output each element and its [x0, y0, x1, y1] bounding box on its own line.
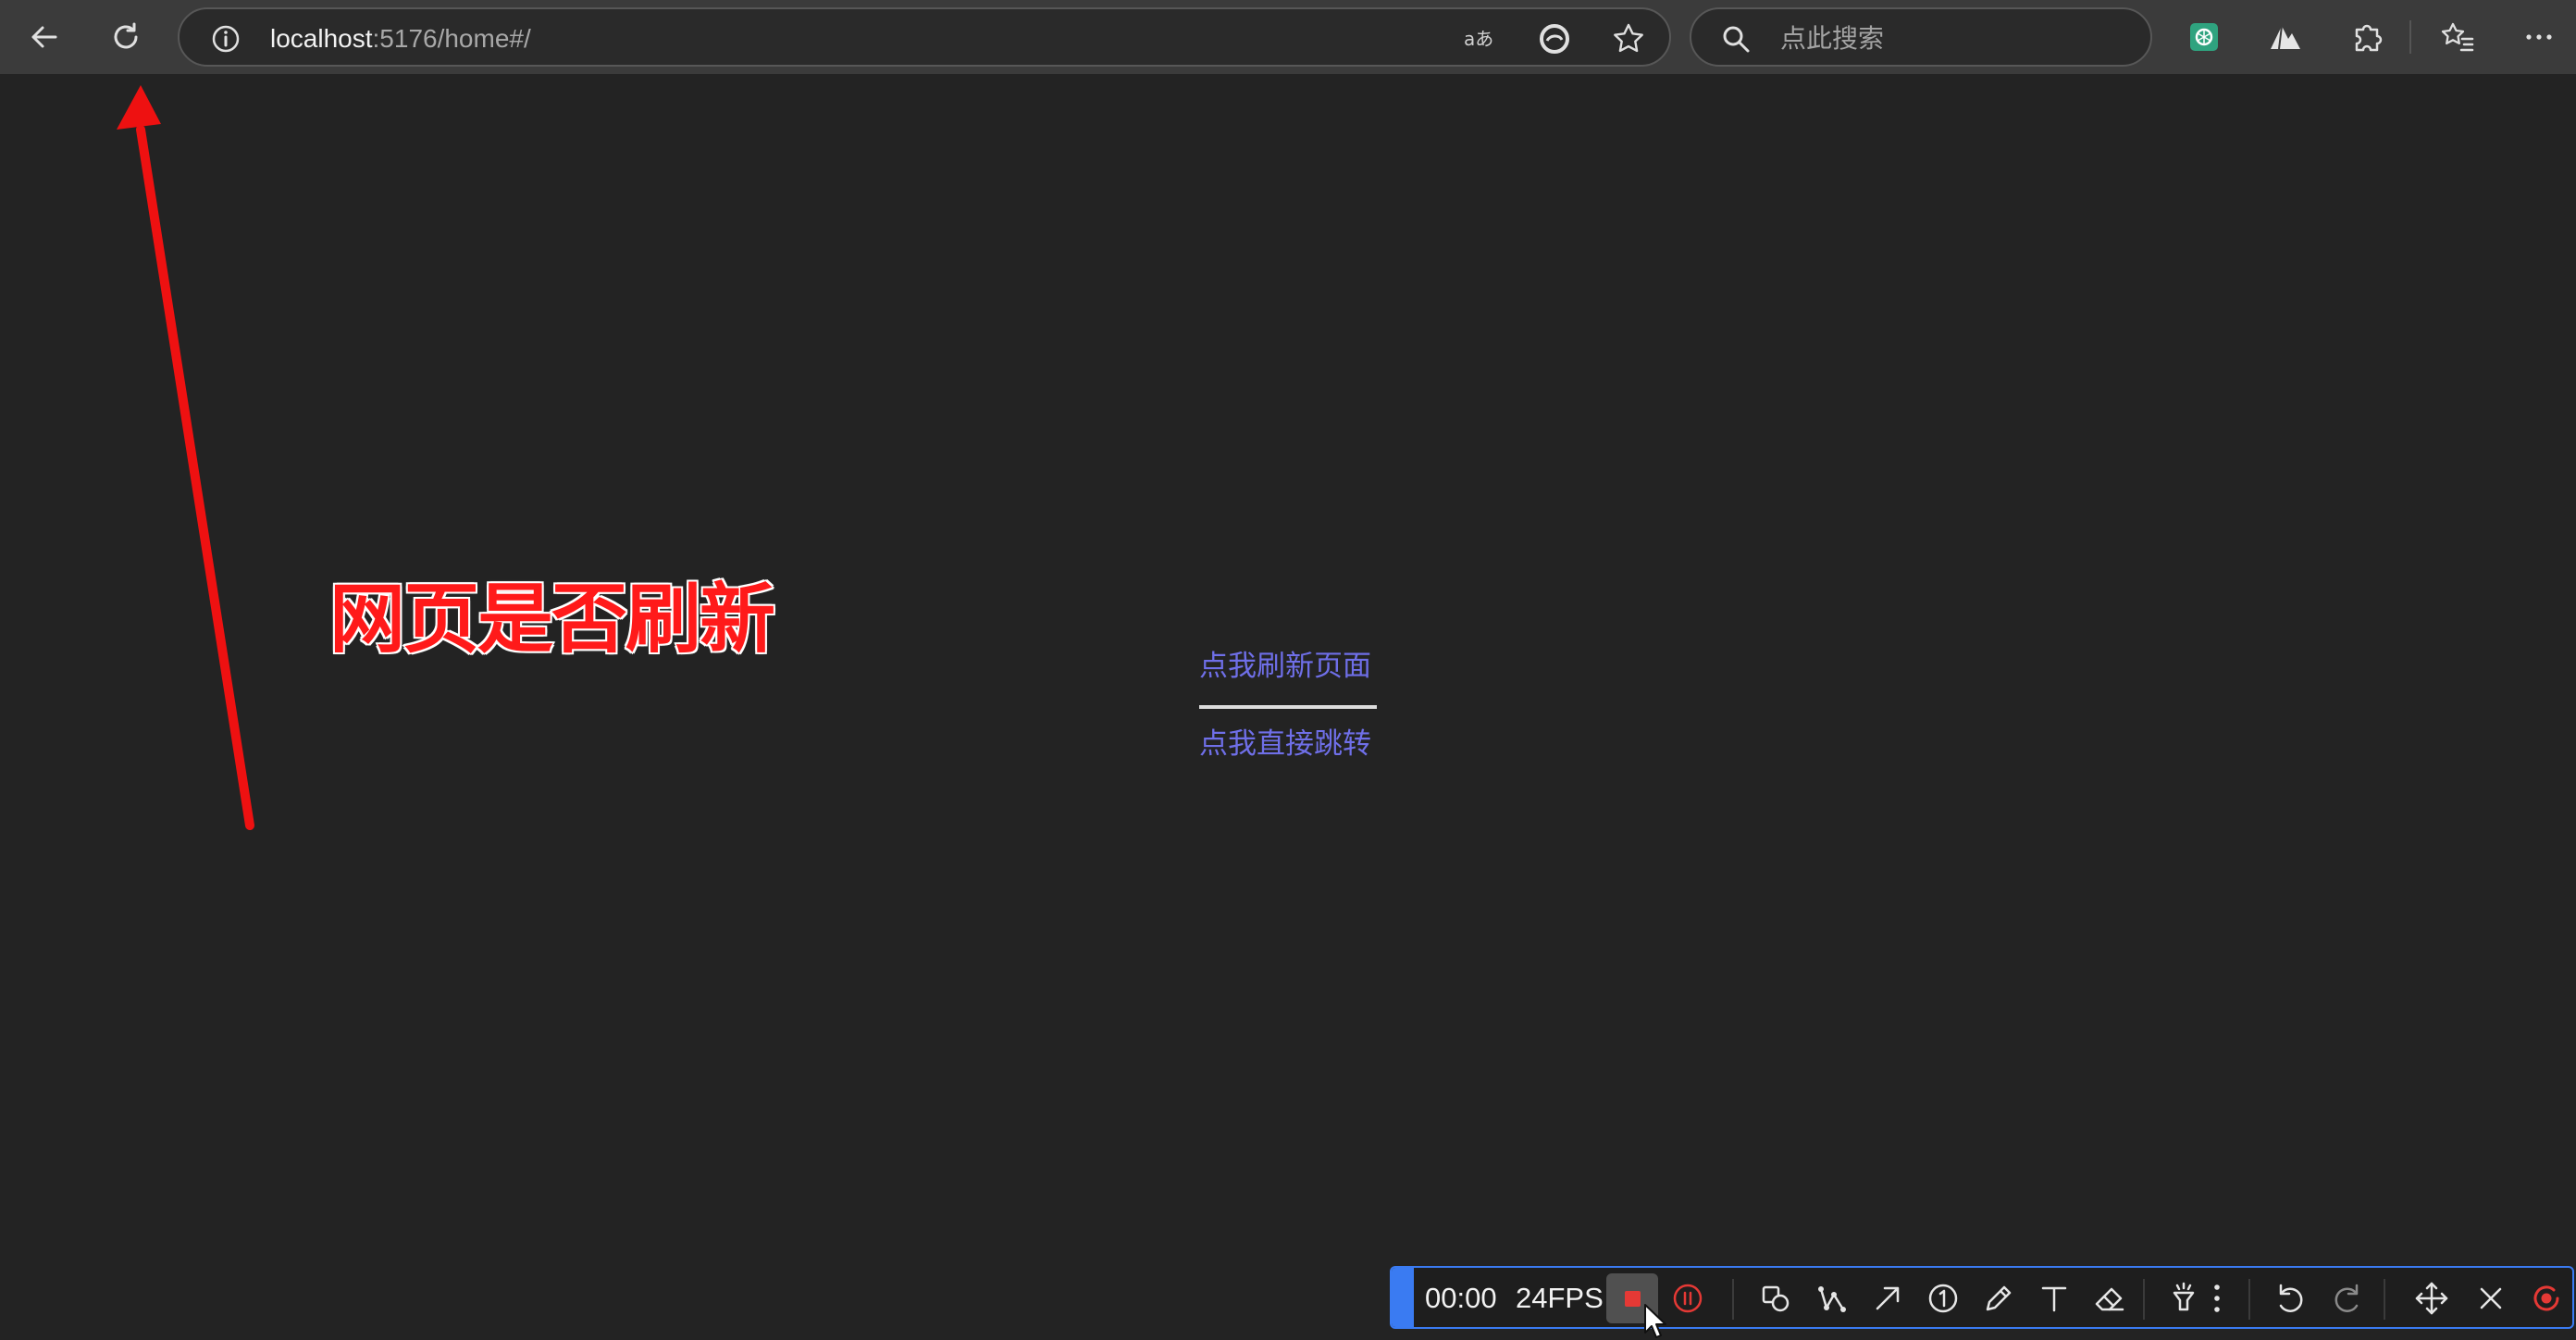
eraser-tool-button[interactable]: [2084, 1273, 2136, 1323]
recorder-divider: [2384, 1279, 2385, 1320]
record-timer: 00:00: [1425, 1282, 1497, 1314]
mouse-cursor-icon: [1644, 1304, 1666, 1338]
address-bar[interactable]: localhost:5176/home#/ aあ: [178, 7, 1671, 67]
arrow-icon: [1876, 1286, 1900, 1310]
move-button[interactable]: [2406, 1273, 2458, 1323]
more-menu-button[interactable]: [2513, 11, 2565, 63]
eraser-icon: [2095, 1287, 2124, 1311]
links-divider: [1199, 705, 1377, 709]
undo-icon: [2279, 1284, 2303, 1312]
spotlight-icon: [2173, 1282, 2195, 1311]
screen-recorder-bar: 00:00 24FPS: [1390, 1266, 2574, 1329]
recorder-divider: [1732, 1279, 1734, 1320]
record-button[interactable]: [2520, 1273, 2572, 1323]
recorder-divider: [2143, 1279, 2145, 1320]
extension-mountain-button[interactable]: [2260, 11, 2311, 63]
favorites-list-icon: [2441, 22, 2474, 52]
edge-sidebar-icon[interactable]: [1536, 20, 1573, 57]
number-marker-icon: [1928, 1284, 1958, 1313]
favorites-button[interactable]: [2432, 11, 2483, 63]
direct-jump-link[interactable]: 点我直接跳转: [1199, 726, 1371, 763]
record-icon: [2533, 1285, 2559, 1311]
extensions-button[interactable]: [2341, 11, 2393, 63]
search-placeholder: 点此搜索: [1780, 24, 1885, 53]
redo-icon: [2334, 1284, 2359, 1312]
redo-button[interactable]: [2321, 1273, 2372, 1323]
pen-icon: [1986, 1285, 2012, 1311]
polyline-icon: [1818, 1286, 1846, 1312]
drag-handle[interactable]: [1392, 1268, 1414, 1327]
more-vertical-icon: [2214, 1284, 2220, 1312]
undo-button[interactable]: [2265, 1273, 2317, 1323]
pen-tool-button[interactable]: [1973, 1273, 2025, 1323]
pause-icon: [1673, 1284, 1703, 1313]
number-marker-button[interactable]: [1917, 1273, 1969, 1323]
browser-toolbar: localhost:5176/home#/ aあ 点此搜索: [0, 0, 2576, 74]
extensions-puzzle-icon: [2355, 24, 2383, 52]
annotation-arrow: [117, 85, 254, 830]
fps-indicator[interactable]: 24FPS: [1516, 1283, 1604, 1314]
toolbar-divider: [2409, 20, 2411, 54]
chatgpt-extension-icon: [2190, 23, 2218, 51]
shape-tool-button[interactable]: [1751, 1273, 1802, 1323]
page-content: 点我刷新页面 点我直接跳转: [0, 74, 2576, 1340]
extension-mountain-icon: [2271, 25, 2300, 50]
pause-record-button[interactable]: [1662, 1273, 1714, 1323]
favorite-star-icon[interactable]: [1610, 20, 1647, 57]
move-icon: [2415, 1282, 2448, 1315]
close-recorder-button[interactable]: [2465, 1273, 2517, 1323]
url-path: :5176/home#/: [372, 24, 531, 53]
refresh-page-link[interactable]: 点我刷新页面: [1199, 648, 1371, 685]
arrow-tool-button[interactable]: [1862, 1273, 1913, 1323]
shape-icon: [1762, 1285, 1790, 1312]
annotation-text: 网页是否刷新: [328, 575, 776, 665]
more-tools-button[interactable]: [2198, 1273, 2235, 1323]
svg-text:aあ: aあ: [1464, 28, 1493, 50]
text-tool-button[interactable]: [2028, 1273, 2080, 1323]
recorder-divider: [2248, 1279, 2250, 1320]
search-box[interactable]: 点此搜索: [1690, 7, 2152, 67]
polyline-tool-button[interactable]: [1806, 1273, 1858, 1323]
close-icon: [2480, 1287, 2502, 1309]
read-aloud-icon[interactable]: aあ: [1462, 20, 1499, 57]
chatgpt-extension-button[interactable]: [2178, 11, 2230, 63]
search-icon: [1723, 26, 1750, 53]
text-icon: [2041, 1286, 2067, 1312]
more-menu-icon: [2526, 34, 2552, 40]
